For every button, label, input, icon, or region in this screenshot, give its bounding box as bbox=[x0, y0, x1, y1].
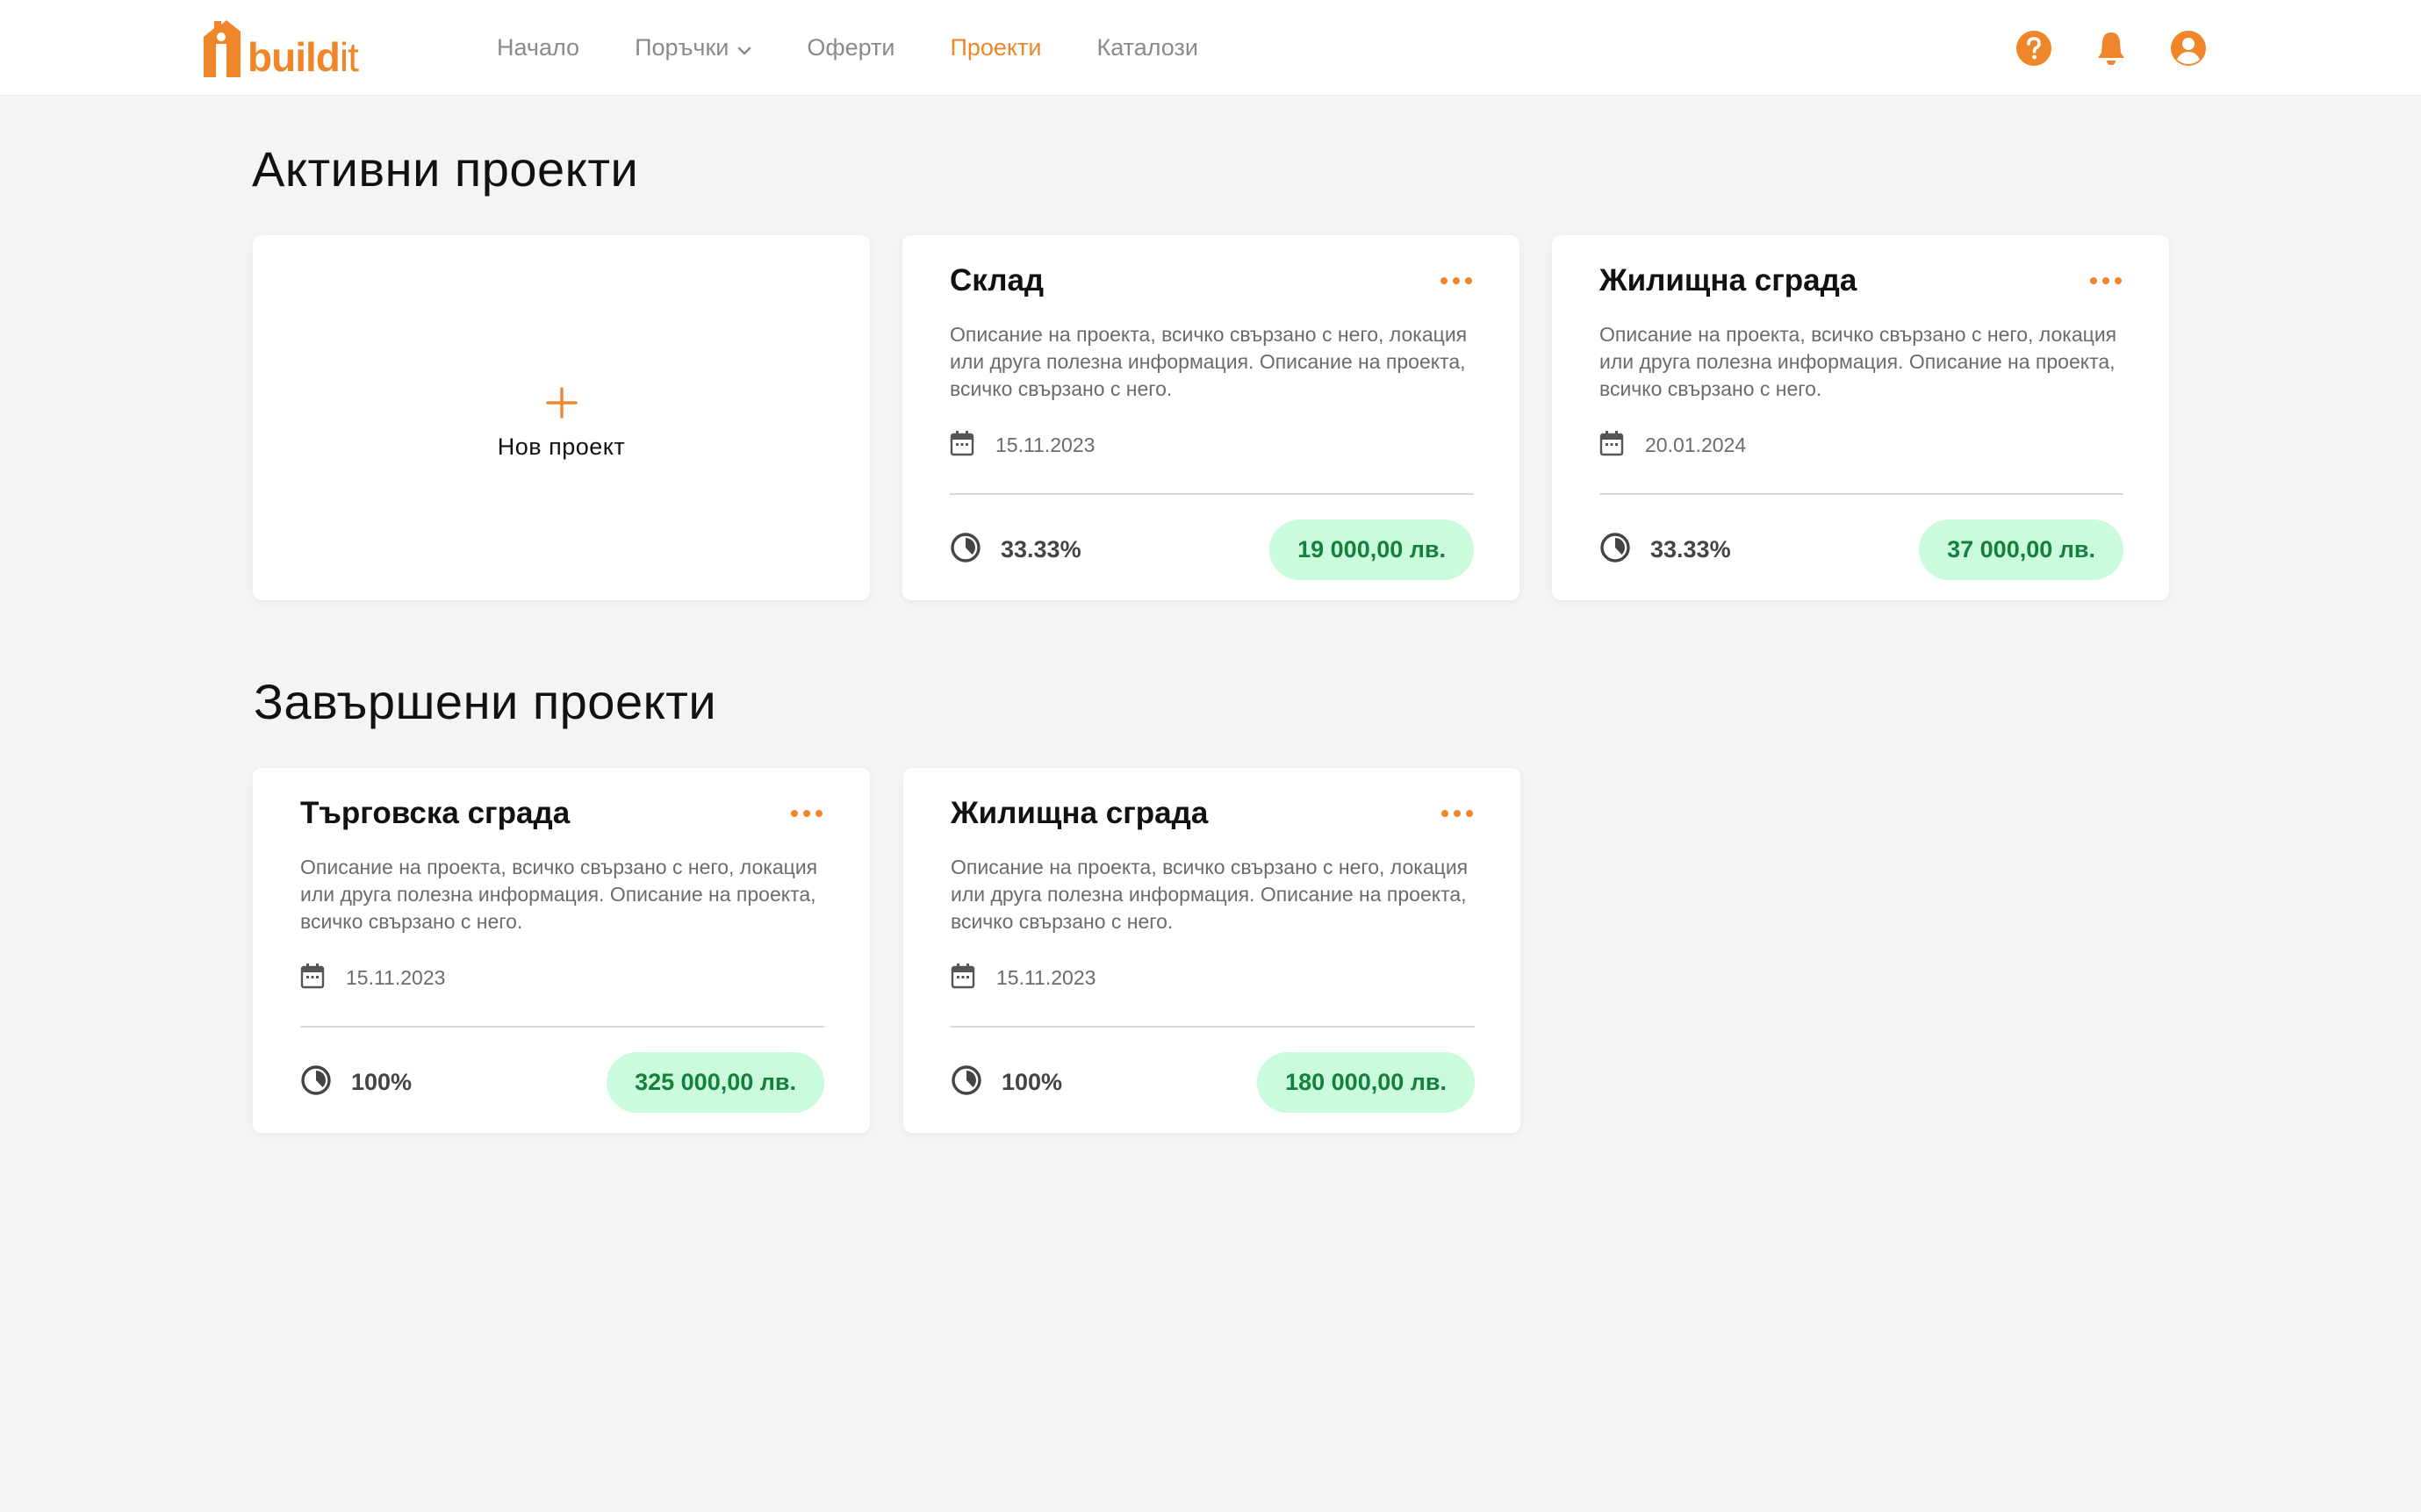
divider bbox=[300, 1026, 824, 1028]
plus-icon bbox=[545, 376, 578, 428]
project-description: Описание на проекта, всичко свързано с н… bbox=[951, 856, 1469, 933]
project-date: 20.01.2024 bbox=[1645, 434, 1747, 456]
bell-icon[interactable] bbox=[2092, 29, 2130, 68]
divider bbox=[951, 1026, 1475, 1028]
calendar-icon bbox=[1599, 430, 1624, 461]
completed-projects-title: Завършени проекти bbox=[254, 674, 717, 729]
price-badge: 325 000,00 лв. bbox=[607, 1052, 824, 1113]
project-date: 15.11.2023 bbox=[996, 966, 1096, 989]
logo[interactable]: buildit bbox=[200, 18, 359, 80]
project-card[interactable]: Жилищна сграда Описание на проекта, всич… bbox=[903, 768, 1520, 1133]
main-nav: Начало Поръчки Оферти Проекти Каталози bbox=[497, 0, 1254, 96]
nav-item-catalogs[interactable]: Каталози bbox=[1097, 34, 1198, 61]
more-dots-icon[interactable] bbox=[789, 805, 824, 822]
calendar-icon bbox=[951, 963, 975, 993]
progress-pie-icon bbox=[300, 1064, 332, 1100]
more-dots-icon[interactable] bbox=[2088, 272, 2123, 290]
user-icon[interactable] bbox=[2169, 29, 2208, 68]
project-title: Търговска сграда bbox=[300, 796, 571, 830]
project-title: Жилищна сграда bbox=[1599, 263, 1857, 297]
project-date-row: 15.11.2023 bbox=[951, 963, 1096, 993]
project-description: Описание на проекта, всичко свързано с н… bbox=[300, 856, 818, 933]
price-badge: 19 000,00 лв. bbox=[1269, 520, 1474, 580]
top-bar: buildit Начало Поръчки Оферти Проекти Ка… bbox=[0, 0, 2421, 96]
top-icons bbox=[1976, 29, 2208, 68]
chevron-down-icon bbox=[737, 34, 751, 61]
progress-value: 33.33% bbox=[1650, 536, 1731, 563]
price-badge: 180 000,00 лв. bbox=[1257, 1052, 1475, 1113]
new-project-card[interactable]: Нов проект bbox=[253, 235, 870, 600]
calendar-icon bbox=[950, 430, 974, 461]
more-dots-icon[interactable] bbox=[1439, 272, 1474, 290]
progress-value: 100% bbox=[351, 1069, 413, 1095]
project-date-row: 15.11.2023 bbox=[950, 430, 1095, 461]
project-date: 15.11.2023 bbox=[995, 434, 1096, 456]
nav-item-offers[interactable]: Оферти bbox=[807, 34, 894, 61]
active-projects-title: Активни проекти bbox=[252, 141, 639, 197]
progress-pie-icon bbox=[951, 1064, 982, 1100]
nav-item-home[interactable]: Начало bbox=[497, 34, 579, 61]
project-card[interactable]: Търговска сграда Описание на проекта, вс… bbox=[253, 768, 870, 1133]
project-description: Описание на проекта, всичко свързано с н… bbox=[950, 323, 1468, 400]
project-description: Описание на проекта, всичко свързано с н… bbox=[1599, 323, 2117, 400]
progress-pie-icon bbox=[950, 532, 981, 568]
project-card[interactable]: Жилищна сграда Описание на проекта, всич… bbox=[1552, 235, 2169, 600]
project-card[interactable]: Склад Описание на проекта, всичко свърза… bbox=[902, 235, 1519, 600]
project-date: 15.11.2023 bbox=[346, 966, 446, 989]
project-progress: 100% bbox=[300, 1064, 412, 1100]
nav-item-projects[interactable]: Проекти bbox=[950, 34, 1041, 61]
divider bbox=[950, 493, 1474, 495]
price-badge: 37 000,00 лв. bbox=[1919, 520, 2123, 580]
new-project-label: Нов проект bbox=[497, 433, 626, 460]
help-icon[interactable] bbox=[2015, 29, 2053, 68]
logo-text: buildit bbox=[248, 34, 359, 80]
project-date-row: 15.11.2023 bbox=[300, 963, 445, 993]
project-progress: 33.33% bbox=[1599, 532, 1731, 568]
progress-pie-icon bbox=[1599, 532, 1631, 568]
project-progress: 33.33% bbox=[950, 532, 1081, 568]
progress-value: 33.33% bbox=[1001, 536, 1081, 563]
logo-building-icon bbox=[204, 20, 241, 77]
project-progress: 100% bbox=[951, 1064, 1062, 1100]
progress-value: 100% bbox=[1002, 1069, 1063, 1095]
project-date-row: 20.01.2024 bbox=[1599, 430, 1746, 461]
calendar-icon bbox=[300, 963, 325, 993]
divider bbox=[1599, 493, 2123, 495]
project-title: Склад bbox=[950, 263, 1045, 297]
more-dots-icon[interactable] bbox=[1440, 805, 1475, 822]
nav-item-orders[interactable]: Поръчки bbox=[635, 34, 751, 61]
project-title: Жилищна сграда bbox=[951, 796, 1209, 830]
